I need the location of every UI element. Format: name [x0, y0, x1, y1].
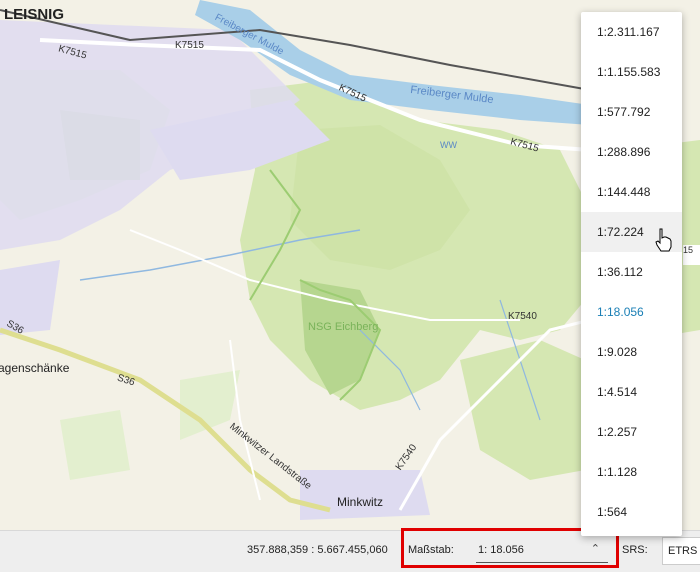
scale-option[interactable]: 1:9.028 [581, 332, 682, 372]
scale-option-label: 1:18.056 [597, 305, 644, 319]
scale-option-label: 1:1.155.583 [597, 65, 661, 79]
srs-select-value: ETRS [668, 545, 698, 557]
scale-option-label: 1:1.128 [597, 465, 638, 479]
scale-option[interactable]: 1:36.112 [581, 252, 682, 292]
scale-option-label: 1:2.257 [597, 425, 638, 439]
scale-option[interactable]: 1:1.155.583 [581, 52, 682, 92]
scale-option-label: 1:36.112 [597, 265, 643, 279]
scale-option[interactable]: 1:144.448 [581, 172, 682, 212]
scale-option-label: 1:288.896 [597, 145, 651, 159]
road-label: K7515 [175, 40, 204, 51]
scale-option[interactable]: 1:2.257 [581, 412, 682, 452]
edge-text: 15 [683, 245, 694, 255]
scale-label: Maßstab: [408, 544, 454, 556]
scale-option-label: 1:4.514 [597, 385, 638, 399]
srs-select[interactable]: ETRS [662, 537, 700, 565]
scale-option[interactable]: 1:288.896 [581, 132, 682, 172]
edge-fragment: 15 [683, 245, 700, 265]
village-label-minkwitz: Minkwitz [337, 495, 384, 509]
scale-option[interactable]: 1:4.514 [581, 372, 682, 412]
scale-option-label: 1:72.224 [597, 225, 644, 239]
scale-select-value: 1: 18.056 [478, 544, 524, 556]
town-label-leisnig: LEISNIG [4, 6, 65, 23]
scale-option-label: 1:9.028 [597, 345, 638, 359]
scale-dropdown-list[interactable]: 1:2.311.167 1:1.155.583 1:577.792 1:288.896… [581, 12, 682, 536]
scale-option[interactable]: 1:18.056 [581, 292, 682, 332]
scale-option-label: 1:577.792 [597, 105, 651, 119]
scale-option-label: 1:144.448 [597, 185, 651, 199]
nature-reserve-label: NSG Eichberg [308, 321, 379, 333]
scale-option[interactable]: 1:2.311.167 [581, 12, 682, 52]
scale-option[interactable]: 1:1.128 [581, 452, 682, 492]
place-label: agenschänke [0, 361, 70, 375]
scale-option-label: 1:564 [597, 505, 628, 519]
hand-cursor-icon [655, 228, 672, 252]
road-label: K7540 [508, 311, 537, 322]
scale-option-label: 1:2.311.167 [597, 25, 660, 39]
coordinate-readout: 357.888,359 : 5.667.455,060 [247, 544, 388, 556]
scale-option[interactable]: 1:564 [581, 492, 682, 532]
scale-option[interactable]: 1:577.792 [581, 92, 682, 132]
srs-label: SRS: [622, 544, 648, 556]
scale-select[interactable]: 1: 18.056 ⌃ [476, 538, 608, 563]
chevron-up-icon: ⌃ [590, 543, 600, 555]
waterworks-label: WW [440, 140, 457, 150]
